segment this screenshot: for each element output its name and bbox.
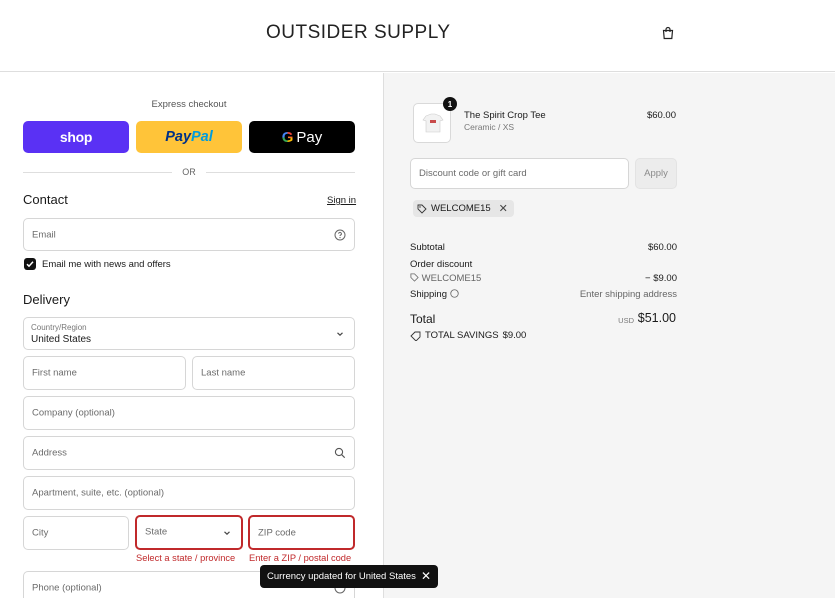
contact-heading: Contact [23,192,68,207]
header: OUTSIDER SUPPLY [0,0,835,72]
state-select[interactable]: State [135,515,243,550]
quantity-badge: 1 [443,97,457,111]
express-checkout-title: Express checkout [151,99,227,110]
google-pay-button[interactable]: G Pay [249,121,355,153]
email-field[interactable]: Email [23,218,355,251]
divider [206,172,355,173]
last-name-field[interactable]: Last name [192,356,355,390]
paypal-button[interactable]: Pay Pal [136,121,242,153]
discount-code-input[interactable]: Discount code or gift card [410,158,629,189]
total-value: $51.00 [637,311,676,325]
newsletter-label: Email me with news and offers [42,259,171,270]
country-select[interactable]: Country/Region United States [23,317,355,350]
google-icon: G [281,128,294,146]
order-summary: 1 The Spirit Crop Tee Ceramic / XS $60.0… [383,73,835,598]
discount-code-row: WELCOME15 − $9.00 [410,273,677,284]
company-field[interactable]: Company (optional) [23,396,355,430]
city-field[interactable]: City [23,516,129,550]
zip-field[interactable]: ZIP code [248,515,355,550]
newsletter-checkbox[interactable] [24,258,36,270]
first-name-field[interactable]: First name [23,356,186,390]
help-icon[interactable] [449,289,459,298]
checkout-form: Express checkout shop Pay Pal G Pay OR Con… [0,73,383,598]
apartment-field[interactable]: Apartment, suite, etc. (optional) [23,476,355,510]
applied-discount-chip: WELCOME15 ✕ [413,200,514,217]
total-label: Total [410,312,436,326]
remove-discount-icon[interactable]: ✕ [499,202,508,215]
shipping-row: Shipping Enter shipping address [410,289,677,300]
sign-in-link[interactable]: Sign in [327,195,356,206]
tag-icon [410,273,419,282]
tag-icon [417,204,427,214]
order-discount-row: Order discount [410,259,473,270]
currency-code: USD [618,316,634,325]
zip-error: Enter a ZIP / postal code [249,553,352,563]
apply-discount-button[interactable]: Apply [635,158,677,189]
product-price: $60.00 [646,110,676,121]
tag-icon [410,331,421,341]
close-icon[interactable]: ✕ [421,569,431,583]
subtotal-row: Subtotal $60.00 [410,242,677,253]
product-variant: Ceramic / XS [464,122,515,132]
help-icon[interactable] [334,229,346,241]
chevron-down-icon [337,331,343,336]
search-icon [334,447,346,459]
currency-toast: Currency updated for United States ✕ [260,565,438,588]
chevron-down-icon [224,530,230,535]
check-icon [26,261,34,268]
or-divider-text: OR [182,167,196,177]
shopping-bag-icon[interactable] [661,26,675,40]
delivery-heading: Delivery [23,292,70,307]
total-savings: TOTAL SAVINGS $9.00 [410,330,526,341]
divider [23,172,172,173]
store-logo[interactable]: OUTSIDER SUPPLY [266,22,451,44]
shop-pay-button[interactable]: shop [23,121,129,153]
product-name: The Spirit Crop Tee [464,110,546,121]
state-error: Select a state / province [136,553,236,563]
address-field[interactable]: Address [23,436,355,470]
